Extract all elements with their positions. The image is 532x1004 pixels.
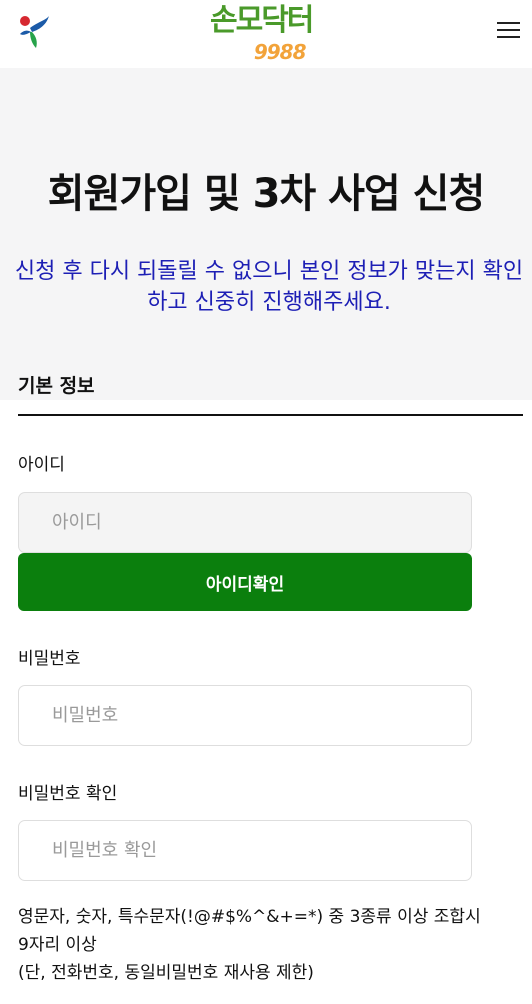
password-rule-hint: 영문자, 숫자, 특수문자(!@#$%^&+=*) 중 3종류 이상 조합시 9…: [18, 903, 528, 987]
password-input[interactable]: [18, 685, 472, 746]
section-divider: [18, 414, 523, 416]
id-input[interactable]: [18, 492, 472, 553]
korea-emblem-icon[interactable]: [16, 12, 52, 50]
hint-line: 영문자, 숫자, 특수문자(!@#$%^&+=*) 중 3종류 이상 조합시: [18, 907, 481, 927]
password-confirm-input[interactable]: [18, 820, 472, 881]
hint-line: 9자리 이상: [18, 935, 97, 955]
id-label: 아이디: [18, 455, 65, 475]
top-header: 손모닥터 손모9988: [0, 0, 532, 68]
brand-logo-subtext: 손모9988: [210, 36, 307, 67]
hamburger-menu-icon[interactable]: [497, 22, 520, 38]
id-check-button[interactable]: 아이디확인: [18, 553, 472, 611]
password-label: 비밀번호: [18, 649, 81, 669]
hero-banner: [0, 68, 532, 400]
brand-logo-text: 손모닥터: [210, 3, 314, 38]
hint-line: (단, 전화번호, 동일비밀번호 재사용 제한): [18, 963, 314, 983]
brand-logo[interactable]: 손모닥터 손모9988: [210, 4, 322, 68]
section-title: 기본 정보: [18, 375, 95, 397]
page-title: 회원가입 및 3차 사업 신청: [47, 171, 486, 217]
brand-logo-number: 9988: [253, 40, 307, 64]
password-confirm-label: 비밀번호 확인: [18, 784, 118, 804]
notice-text: 신청 후 다시 되돌릴 수 없으니 본인 정보가 맞는지 확인하고 신중히 진행…: [14, 259, 524, 315]
